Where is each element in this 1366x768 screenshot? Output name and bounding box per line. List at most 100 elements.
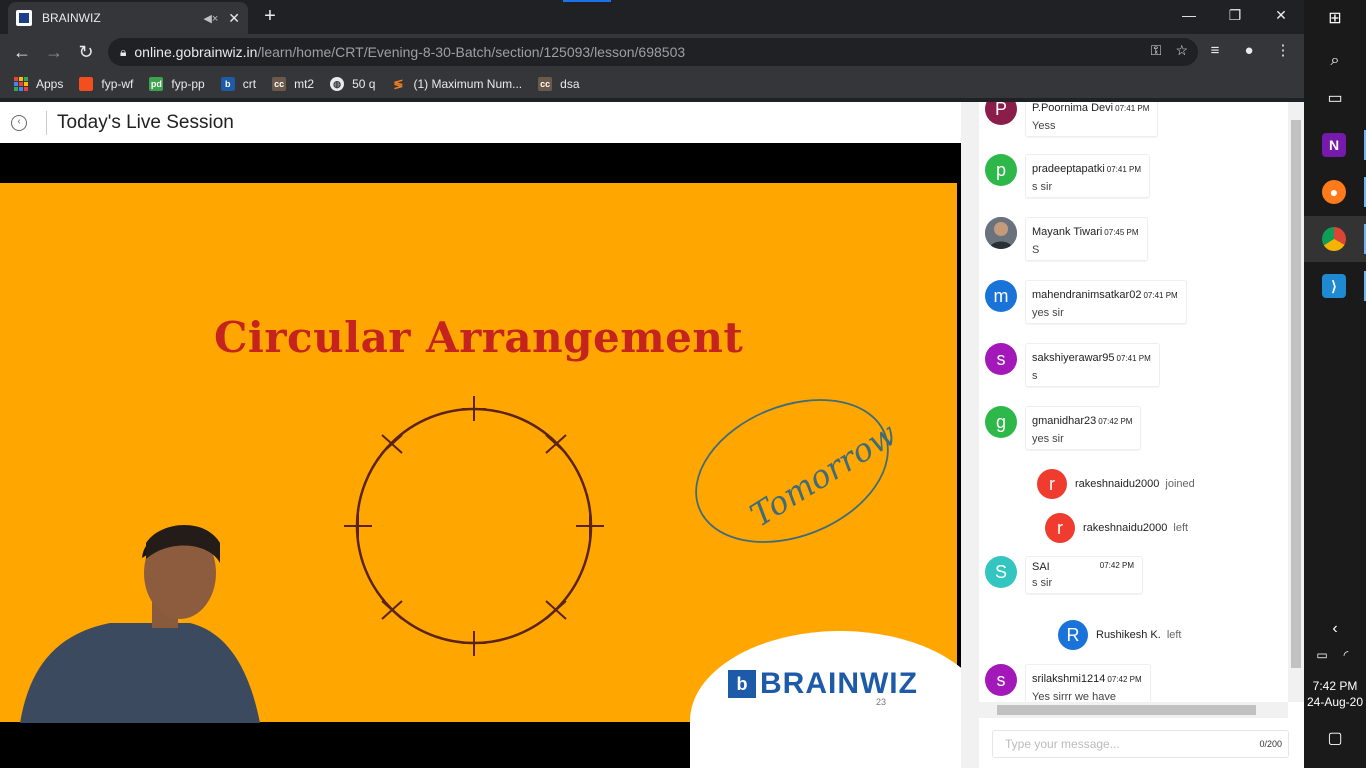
sender-name: gmanidhar23 [1032,415,1097,427]
message-time: 07:42 PM [1098,417,1133,426]
chat-message: p pradeeptapatki 07:41 PM s sir [985,154,1151,198]
message-bubble: sakshiyerawar95 07:41 PM s [1025,343,1160,387]
firefox-app-button[interactable]: ● [1304,169,1366,215]
close-window-button[interactable]: ✕ [1258,0,1304,30]
bookmark-fyp-wf[interactable]: fyp-wf [79,77,133,91]
chat-vertical-scroll-thumb[interactable] [1291,120,1301,668]
chat-horizontal-scroll-thumb[interactable] [997,705,1256,715]
brainwiz-logo-mark: b [728,670,756,698]
windows-start-icon[interactable]: ⊞ [1320,4,1350,34]
message-time: 07:41 PM [1115,104,1150,113]
message-bubble: mahendranimsatkar02 07:41 PM yes sir [1025,280,1187,324]
user-avatar: s [985,343,1017,375]
message-bubble: P.Poornima Devi 07:41 PM Yess [1025,102,1159,137]
chat-message-field[interactable]: 0/200 [992,730,1289,758]
chat-vertical-scrollbar[interactable] [1288,102,1304,702]
chat-horizontal-scrollbar[interactable] [979,702,1288,718]
sender-name: mahendranimsatkar02 [1032,289,1142,301]
address-bar[interactable]: 🔒︎ online.gobrainwiz.in/learn/home/CRT/E… [108,38,1198,66]
system-event: r rakeshnaidu2000 joined [1037,469,1195,499]
message-time: 07:41 PM [1106,165,1142,174]
message-text: s [1032,370,1038,382]
vscode-icon: ⟩ [1322,274,1346,298]
forward-button[interactable]: → [38,36,70,68]
page-header: ‹ Today's Live Session [0,102,961,143]
system-event: R Rushikesh K. left [1058,620,1182,650]
char-counter: 0/200 [1259,739,1282,749]
firefox-icon: ● [1322,180,1346,204]
vscode-app-button[interactable]: ⟩ [1304,263,1366,309]
message-bubble: pradeeptapatki 07:41 PM s sir [1025,154,1151,198]
user-avatar: g [985,406,1017,438]
reload-button[interactable]: ↻ [70,36,102,68]
bookmark-crt[interactable]: b crt [220,77,256,91]
bookmark-maximum-num[interactable]: ≶ (1) Maximum Num... [391,77,522,91]
speaker-muted-icon[interactable]: ◀× [203,12,218,25]
user-avatar: m [985,280,1017,312]
message-bubble: gmanidhar23 07:42 PM yes sir [1025,406,1142,450]
onenote-app-button[interactable]: N [1304,122,1366,168]
minimize-window-button[interactable]: — [1166,0,1212,30]
user-photo-avatar [985,217,1017,249]
bookmark-mt2[interactable]: cc mt2 [272,77,314,91]
media-control-icon[interactable]: ≡ [1202,38,1228,64]
bookmark-dsa[interactable]: cc dsa [538,77,580,91]
event-action: joined [1165,478,1195,490]
message-text: yes sir [1032,433,1064,445]
live-video-player[interactable]: Circular Arrangement Tomorrow b BRAINWIZ… [0,143,961,768]
back-button[interactable]: ← [6,36,38,68]
menu-kebab-icon[interactable]: ⋮ [1270,38,1296,64]
tab-close-icon[interactable]: ✕ [228,10,240,27]
url-host: online.gobrainwiz.in [134,44,258,60]
lock-icon[interactable]: 🔒︎ [120,45,126,60]
sender-name: sakshiyerawar95 [1032,352,1115,364]
restore-window-button[interactable]: ❐ [1212,0,1258,30]
stackoverflow-icon: ≶ [393,77,404,91]
task-view-icon[interactable]: ▭ [1320,84,1350,114]
profile-avatar-icon[interactable]: ● [1236,38,1262,64]
user-photo-icon [985,217,1017,249]
url-path: /learn/home/CRT/Evening-8-30-Batch/secti… [257,44,686,60]
event-action: left [1173,522,1189,534]
clock-time: 7:42 PM [1312,679,1358,693]
brainwiz-logo: b BRAINWIZ [728,667,918,701]
tab-strip: BRAINWIZ ◀× ✕ + — ❐ ✕ [0,0,1304,34]
user-avatar: R [1058,620,1088,650]
user-avatar: r [1037,469,1067,499]
sender-name: P.Poornima Devi [1032,102,1114,114]
wifi-icon[interactable]: ◜ [1334,640,1358,670]
page-content: ‹ Today's Live Session Circular Arrangem… [0,102,1304,768]
user-avatar: r [1045,513,1075,543]
onenote-icon: N [1322,133,1346,157]
chat-message: s sakshiyerawar95 07:41 PM s [985,343,1160,387]
chat-left-scrollbar[interactable] [961,102,979,768]
bookmark-star-icon[interactable]: ☆ [1175,42,1188,59]
bookmark-50q[interactable]: ◍ 50 q [330,77,375,91]
message-time: 07:45 PM [1104,228,1139,237]
message-time: 07:42 PM [1099,561,1134,570]
battery-icon[interactable]: ▭ [1310,640,1334,670]
bookmark-fyp-pp[interactable]: pd fyp-pp [149,77,205,91]
chrome-app-button[interactable] [1304,216,1366,262]
sender-name: Mayank Tiwari [1032,226,1103,238]
tab-title: BRAINWIZ [42,11,101,25]
system-clock[interactable]: 7:42 PM 24-Aug-20 [1304,678,1366,710]
page-title: Today's Live Session [57,111,234,133]
message-text: S [1032,244,1040,256]
sender-name: SAI [1032,561,1050,573]
bookmark-apps[interactable]: Apps [14,77,63,91]
message-time: 07:42 PM [1107,675,1142,684]
search-icon[interactable]: ⌕ [1320,46,1350,76]
chat-message-input[interactable] [1005,737,1260,751]
event-user-name: rakeshnaidu2000 [1075,478,1160,490]
action-center-icon[interactable]: ▢ [1320,724,1350,754]
key-icon[interactable]: ⚿ [1151,42,1162,59]
brainwiz-logo-text: BRAINWIZ [760,667,918,700]
brainwiz-favicon-icon [16,10,32,26]
pdf-icon: pd [149,77,164,91]
system-event: r rakeshnaidu2000 left [1045,513,1188,543]
new-tab-button[interactable]: + [258,5,282,29]
back-arrow-icon[interactable]: ‹ [11,114,27,131]
browser-tab[interactable]: BRAINWIZ ◀× ✕ [8,2,248,34]
message-text: s sir [1032,181,1053,193]
